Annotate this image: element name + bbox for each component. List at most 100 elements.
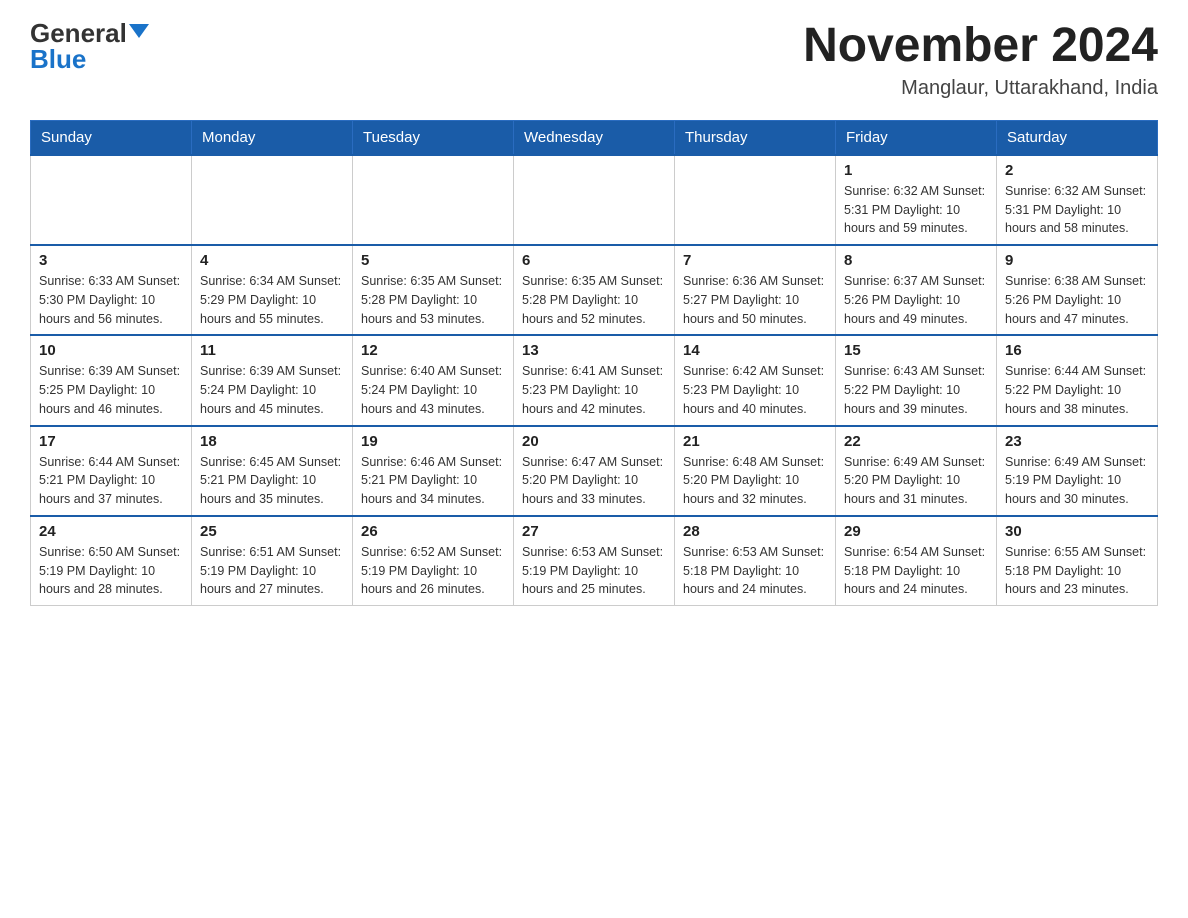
- calendar-cell: 25 Sunrise: 6:51 AM Sunset: 5:19 PM Dayli…: [192, 516, 353, 606]
- day-info: Sunrise: 6:47 AM Sunset: 5:20 PM Dayligh…: [522, 453, 666, 509]
- day-number: 19: [361, 433, 505, 450]
- day-info: Sunrise: 6:33 AM Sunset: 5:30 PM Dayligh…: [39, 272, 183, 328]
- calendar-cell: 15 Sunrise: 6:43 AM Sunset: 5:22 PM Dayli…: [836, 335, 997, 425]
- day-number: 17: [39, 433, 183, 450]
- logo-general-text: General: [30, 20, 127, 46]
- day-info: Sunrise: 6:39 AM Sunset: 5:24 PM Dayligh…: [200, 362, 344, 418]
- day-info: Sunrise: 6:51 AM Sunset: 5:19 PM Dayligh…: [200, 543, 344, 599]
- calendar-cell: 27 Sunrise: 6:53 AM Sunset: 5:19 PM Dayli…: [514, 516, 675, 606]
- day-number: 20: [522, 433, 666, 450]
- calendar-cell: 14 Sunrise: 6:42 AM Sunset: 5:23 PM Dayli…: [675, 335, 836, 425]
- day-info: Sunrise: 6:53 AM Sunset: 5:19 PM Dayligh…: [522, 543, 666, 599]
- day-info: Sunrise: 6:54 AM Sunset: 5:18 PM Dayligh…: [844, 543, 988, 599]
- logo-blue-text: Blue: [30, 46, 86, 72]
- calendar-cell: 19 Sunrise: 6:46 AM Sunset: 5:21 PM Dayli…: [353, 426, 514, 516]
- day-number: 7: [683, 252, 827, 269]
- calendar-cell: [353, 155, 514, 245]
- day-info: Sunrise: 6:55 AM Sunset: 5:18 PM Dayligh…: [1005, 543, 1149, 599]
- calendar-week-row: 1 Sunrise: 6:32 AM Sunset: 5:31 PM Daylig…: [31, 155, 1158, 245]
- calendar-cell: [31, 155, 192, 245]
- calendar-cell: 18 Sunrise: 6:45 AM Sunset: 5:21 PM Dayli…: [192, 426, 353, 516]
- day-info: Sunrise: 6:42 AM Sunset: 5:23 PM Dayligh…: [683, 362, 827, 418]
- day-info: Sunrise: 6:46 AM Sunset: 5:21 PM Dayligh…: [361, 453, 505, 509]
- logo: General Blue: [30, 20, 149, 72]
- calendar-cell: 17 Sunrise: 6:44 AM Sunset: 5:21 PM Dayli…: [31, 426, 192, 516]
- day-number: 29: [844, 523, 988, 540]
- day-number: 10: [39, 342, 183, 359]
- day-number: 4: [200, 252, 344, 269]
- day-header-monday: Monday: [192, 120, 353, 155]
- day-number: 18: [200, 433, 344, 450]
- day-info: Sunrise: 6:49 AM Sunset: 5:20 PM Dayligh…: [844, 453, 988, 509]
- day-number: 15: [844, 342, 988, 359]
- day-info: Sunrise: 6:50 AM Sunset: 5:19 PM Dayligh…: [39, 543, 183, 599]
- day-number: 25: [200, 523, 344, 540]
- day-number: 9: [1005, 252, 1149, 269]
- day-info: Sunrise: 6:52 AM Sunset: 5:19 PM Dayligh…: [361, 543, 505, 599]
- day-number: 16: [1005, 342, 1149, 359]
- calendar-cell: 21 Sunrise: 6:48 AM Sunset: 5:20 PM Dayli…: [675, 426, 836, 516]
- location-title: Manglaur, Uttarakhand, India: [803, 77, 1158, 100]
- calendar-header-row: SundayMondayTuesdayWednesdayThursdayFrid…: [31, 120, 1158, 155]
- calendar-cell: 3 Sunrise: 6:33 AM Sunset: 5:30 PM Daylig…: [31, 245, 192, 335]
- calendar-week-row: 24Sunrise: 6:50 AM Sunset: 5:19 PM Dayli…: [31, 516, 1158, 606]
- header: General Blue November 2024 Manglaur, Utt…: [30, 20, 1158, 100]
- calendar-table: SundayMondayTuesdayWednesdayThursdayFrid…: [30, 120, 1158, 606]
- calendar-cell: 24Sunrise: 6:50 AM Sunset: 5:19 PM Dayli…: [31, 516, 192, 606]
- day-number: 8: [844, 252, 988, 269]
- day-info: Sunrise: 6:43 AM Sunset: 5:22 PM Dayligh…: [844, 362, 988, 418]
- calendar-cell: 28 Sunrise: 6:53 AM Sunset: 5:18 PM Dayli…: [675, 516, 836, 606]
- day-number: 1: [844, 162, 988, 179]
- day-info: Sunrise: 6:39 AM Sunset: 5:25 PM Dayligh…: [39, 362, 183, 418]
- calendar-week-row: 10 Sunrise: 6:39 AM Sunset: 5:25 PM Dayli…: [31, 335, 1158, 425]
- calendar-cell: [675, 155, 836, 245]
- calendar-cell: 16Sunrise: 6:44 AM Sunset: 5:22 PM Dayli…: [997, 335, 1158, 425]
- day-info: Sunrise: 6:38 AM Sunset: 5:26 PM Dayligh…: [1005, 272, 1149, 328]
- calendar-cell: 5Sunrise: 6:35 AM Sunset: 5:28 PM Daylig…: [353, 245, 514, 335]
- logo-triangle-icon: [129, 24, 149, 38]
- day-info: Sunrise: 6:36 AM Sunset: 5:27 PM Dayligh…: [683, 272, 827, 328]
- calendar-cell: 30 Sunrise: 6:55 AM Sunset: 5:18 PM Dayli…: [997, 516, 1158, 606]
- calendar-cell: 13 Sunrise: 6:41 AM Sunset: 5:23 PM Dayli…: [514, 335, 675, 425]
- day-header-saturday: Saturday: [997, 120, 1158, 155]
- day-number: 28: [683, 523, 827, 540]
- day-header-wednesday: Wednesday: [514, 120, 675, 155]
- day-number: 27: [522, 523, 666, 540]
- day-header-tuesday: Tuesday: [353, 120, 514, 155]
- day-info: Sunrise: 6:49 AM Sunset: 5:19 PM Dayligh…: [1005, 453, 1149, 509]
- calendar-cell: 20 Sunrise: 6:47 AM Sunset: 5:20 PM Dayli…: [514, 426, 675, 516]
- calendar-cell: 11 Sunrise: 6:39 AM Sunset: 5:24 PM Dayli…: [192, 335, 353, 425]
- day-number: 22: [844, 433, 988, 450]
- day-info: Sunrise: 6:48 AM Sunset: 5:20 PM Dayligh…: [683, 453, 827, 509]
- day-info: Sunrise: 6:37 AM Sunset: 5:26 PM Dayligh…: [844, 272, 988, 328]
- day-info: Sunrise: 6:44 AM Sunset: 5:21 PM Dayligh…: [39, 453, 183, 509]
- day-info: Sunrise: 6:53 AM Sunset: 5:18 PM Dayligh…: [683, 543, 827, 599]
- day-info: Sunrise: 6:34 AM Sunset: 5:29 PM Dayligh…: [200, 272, 344, 328]
- day-number: 30: [1005, 523, 1149, 540]
- day-number: 13: [522, 342, 666, 359]
- calendar-cell: 23 Sunrise: 6:49 AM Sunset: 5:19 PM Dayli…: [997, 426, 1158, 516]
- calendar-cell: 4 Sunrise: 6:34 AM Sunset: 5:29 PM Daylig…: [192, 245, 353, 335]
- calendar-cell: 26 Sunrise: 6:52 AM Sunset: 5:19 PM Dayli…: [353, 516, 514, 606]
- calendar-cell: 2Sunrise: 6:32 AM Sunset: 5:31 PM Daylig…: [997, 155, 1158, 245]
- day-header-sunday: Sunday: [31, 120, 192, 155]
- day-number: 23: [1005, 433, 1149, 450]
- calendar-cell: 6Sunrise: 6:35 AM Sunset: 5:28 PM Daylig…: [514, 245, 675, 335]
- calendar-cell: 29 Sunrise: 6:54 AM Sunset: 5:18 PM Dayli…: [836, 516, 997, 606]
- calendar-cell: 8 Sunrise: 6:37 AM Sunset: 5:26 PM Daylig…: [836, 245, 997, 335]
- calendar-cell: 9 Sunrise: 6:38 AM Sunset: 5:26 PM Daylig…: [997, 245, 1158, 335]
- calendar-cell: 1Sunrise: 6:32 AM Sunset: 5:31 PM Daylig…: [836, 155, 997, 245]
- calendar-week-row: 3 Sunrise: 6:33 AM Sunset: 5:30 PM Daylig…: [31, 245, 1158, 335]
- day-number: 21: [683, 433, 827, 450]
- day-header-thursday: Thursday: [675, 120, 836, 155]
- day-info: Sunrise: 6:45 AM Sunset: 5:21 PM Dayligh…: [200, 453, 344, 509]
- day-number: 14: [683, 342, 827, 359]
- day-info: Sunrise: 6:40 AM Sunset: 5:24 PM Dayligh…: [361, 362, 505, 418]
- day-number: 11: [200, 342, 344, 359]
- day-number: 3: [39, 252, 183, 269]
- calendar-cell: 10 Sunrise: 6:39 AM Sunset: 5:25 PM Dayli…: [31, 335, 192, 425]
- day-number: 26: [361, 523, 505, 540]
- day-info: Sunrise: 6:41 AM Sunset: 5:23 PM Dayligh…: [522, 362, 666, 418]
- day-info: Sunrise: 6:32 AM Sunset: 5:31 PM Dayligh…: [1005, 182, 1149, 238]
- calendar-cell: 22 Sunrise: 6:49 AM Sunset: 5:20 PM Dayli…: [836, 426, 997, 516]
